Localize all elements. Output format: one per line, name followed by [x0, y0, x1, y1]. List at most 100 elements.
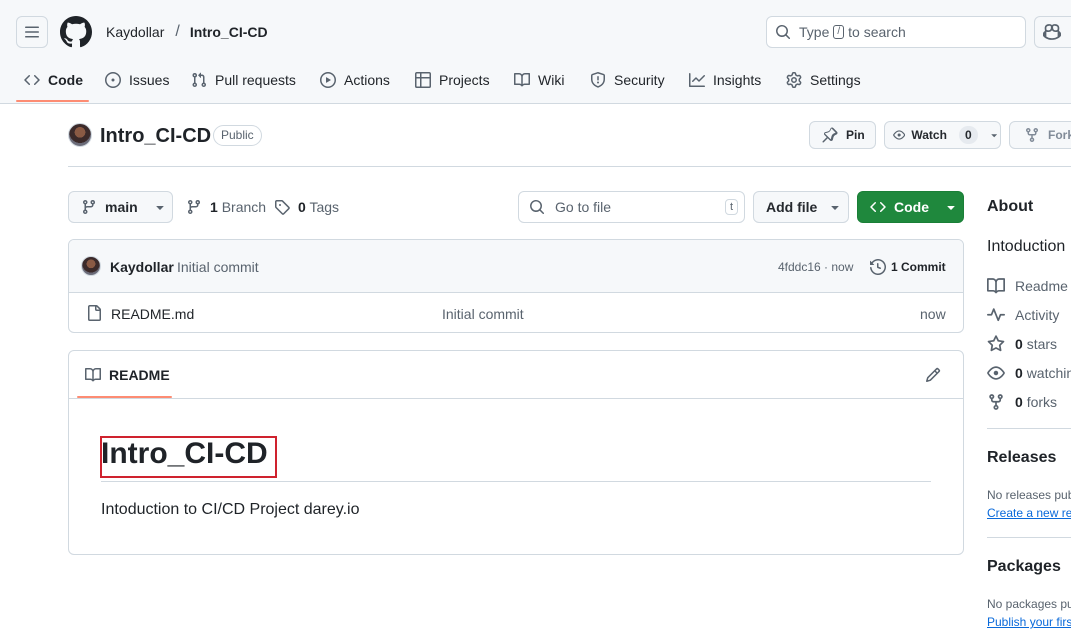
- releases-divider: [987, 537, 1071, 538]
- pin-button[interactable]: Pin: [809, 121, 876, 149]
- active-tab-underline: [16, 100, 89, 102]
- tags-link[interactable]: 0 Tags: [274, 198, 339, 216]
- branch-selector[interactable]: main: [68, 191, 173, 223]
- go-to-file-input[interactable]: Go to file t: [518, 191, 745, 223]
- branches-link[interactable]: 1 Branch: [186, 198, 266, 216]
- breadcrumb-owner[interactable]: Kaydollar: [106, 24, 164, 40]
- repo-title[interactable]: Intro_CI-CD: [100, 123, 211, 149]
- breadcrumb-repo[interactable]: Intro_CI-CD: [190, 24, 268, 40]
- visibility-badge: Public: [213, 125, 262, 146]
- repo-forked-icon: [989, 394, 1003, 410]
- forks-count: 0: [1015, 394, 1023, 410]
- search-prefix: Type: [799, 24, 830, 40]
- commit-message[interactable]: Initial commit: [177, 259, 259, 275]
- book-icon: [85, 367, 101, 382]
- stars-count: 0: [1015, 336, 1023, 352]
- commit-sha-time[interactable]: 4fddc16 · now: [778, 260, 853, 274]
- go-to-file-shortcut: t: [724, 199, 738, 215]
- publish-package-link[interactable]: Publish your firs: [987, 615, 1071, 629]
- readme-header-divider: [69, 398, 963, 399]
- code-icon: [870, 201, 886, 213]
- watching-label: watchin: [1026, 365, 1071, 381]
- pulse-icon: [987, 308, 1005, 322]
- tab-actions[interactable]: Actions: [320, 64, 390, 96]
- packages-title[interactable]: Packages: [987, 558, 1061, 576]
- book-icon: [514, 72, 530, 87]
- history-icon: [870, 259, 886, 275]
- code-icon: [24, 74, 40, 86]
- forks-link[interactable]: 0 forks: [987, 393, 1057, 411]
- releases-note: No releases pub: [987, 488, 1071, 502]
- tab-issues[interactable]: Issues: [105, 64, 169, 96]
- commit-author-avatar[interactable]: [81, 256, 101, 276]
- commit-history-link[interactable]: 1 Commit: [870, 258, 946, 276]
- copilot-button[interactable]: [1034, 16, 1071, 48]
- create-release-link[interactable]: Create a new re: [987, 506, 1071, 520]
- commit-count-label: 1 Commit: [891, 260, 946, 274]
- tab-code[interactable]: Code: [24, 64, 83, 96]
- tab-security-label: Security: [614, 72, 665, 88]
- pin-icon: [822, 127, 838, 143]
- git-pull-request-icon: [192, 72, 207, 88]
- issue-opened-icon: [105, 72, 121, 88]
- code-button-label: Code: [894, 199, 929, 215]
- book-icon: [987, 278, 1005, 294]
- branch-name: main: [105, 199, 138, 215]
- branch-count: 1: [210, 199, 218, 215]
- watch-button[interactable]: Watch 0: [884, 121, 1001, 149]
- activity-link-label: Activity: [1015, 307, 1060, 323]
- fork-button[interactable]: Fork: [1009, 121, 1071, 149]
- eye-icon: [987, 366, 1005, 380]
- readme-link[interactable]: Readme: [987, 277, 1068, 295]
- activity-link[interactable]: Activity: [987, 306, 1059, 324]
- code-dropdown-button[interactable]: Code: [857, 191, 964, 223]
- header-divider: [68, 166, 1071, 167]
- watchers-link[interactable]: 0 watchin: [987, 364, 1071, 382]
- tab-security[interactable]: Security: [590, 64, 665, 96]
- packages-note: No packages pu: [987, 597, 1071, 611]
- file-icon: [86, 305, 102, 321]
- search-icon: [776, 25, 791, 40]
- global-search-input[interactable]: Type / to search: [766, 16, 1026, 48]
- tag-count: 0: [298, 199, 306, 215]
- play-icon: [320, 72, 336, 88]
- readme-heading-highlight: [100, 436, 277, 478]
- about-title: About: [987, 198, 1034, 215]
- file-name[interactable]: README.md: [111, 306, 194, 322]
- repo-forked-icon: [1026, 128, 1038, 143]
- stars-link[interactable]: 0 stars: [987, 335, 1057, 353]
- chevron-down-icon: [947, 206, 955, 210]
- repo-owner-avatar[interactable]: [68, 123, 92, 147]
- file-time: now: [920, 306, 946, 322]
- readme-tab[interactable]: README: [85, 366, 170, 384]
- file-commit-message[interactable]: Initial commit: [442, 306, 524, 322]
- tab-settings[interactable]: Settings: [786, 64, 861, 96]
- tab-projects[interactable]: Projects: [415, 64, 490, 96]
- pin-label: Pin: [846, 128, 865, 142]
- add-file-button[interactable]: Add file: [753, 191, 849, 223]
- search-icon: [530, 200, 545, 215]
- commit-author[interactable]: Kaydollar: [110, 259, 174, 275]
- branch-count-label: Branch: [221, 199, 267, 215]
- readme-body: Intoduction to CI/CD Project darey.io: [101, 501, 360, 518]
- shield-icon: [591, 72, 605, 88]
- gear-icon: [786, 72, 802, 88]
- github-logo-icon[interactable]: [60, 16, 92, 48]
- tab-wiki[interactable]: Wiki: [514, 64, 564, 96]
- releases-title[interactable]: Releases: [987, 449, 1056, 467]
- star-icon: [987, 335, 1005, 352]
- search-suffix: to search: [848, 24, 906, 40]
- about-divider: [987, 428, 1071, 429]
- tag-count-label: Tags: [309, 199, 340, 215]
- tab-pull-requests[interactable]: Pull requests: [191, 64, 296, 96]
- pencil-icon: [925, 367, 941, 383]
- edit-readme-button[interactable]: [925, 367, 941, 383]
- copilot-icon: [1043, 24, 1061, 40]
- tab-actions-label: Actions: [344, 72, 390, 88]
- readme-heading-rule: [101, 481, 931, 482]
- watching-count: 0: [1015, 365, 1023, 381]
- menu-button[interactable]: [16, 16, 48, 48]
- readme-link-label: Readme: [1015, 278, 1068, 294]
- tab-insights[interactable]: Insights: [689, 64, 761, 96]
- stars-label: stars: [1026, 336, 1058, 352]
